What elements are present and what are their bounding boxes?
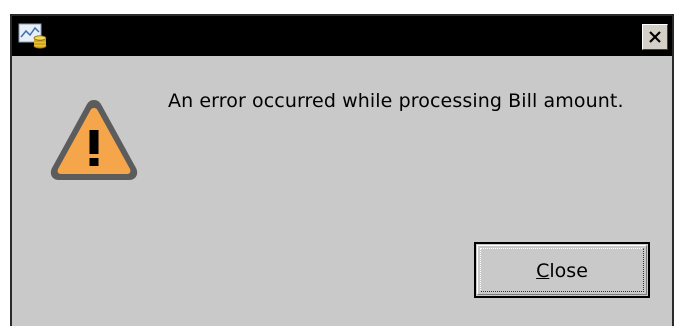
- close-button-label: Close: [476, 260, 648, 282]
- close-button-label-rest: lose: [549, 260, 588, 282]
- warning-triangle-icon: [46, 96, 142, 186]
- close-x-icon: [647, 29, 663, 45]
- close-button[interactable]: Close: [474, 242, 650, 298]
- close-button-mnemonic: C: [536, 260, 550, 282]
- title-bar: [12, 16, 672, 56]
- app-chart-coins-icon: [18, 22, 48, 50]
- error-dialog: An error occurred while processing Bill …: [10, 14, 674, 326]
- window-close-button[interactable]: [642, 24, 668, 50]
- error-message: An error occurred while processing Bill …: [168, 90, 624, 112]
